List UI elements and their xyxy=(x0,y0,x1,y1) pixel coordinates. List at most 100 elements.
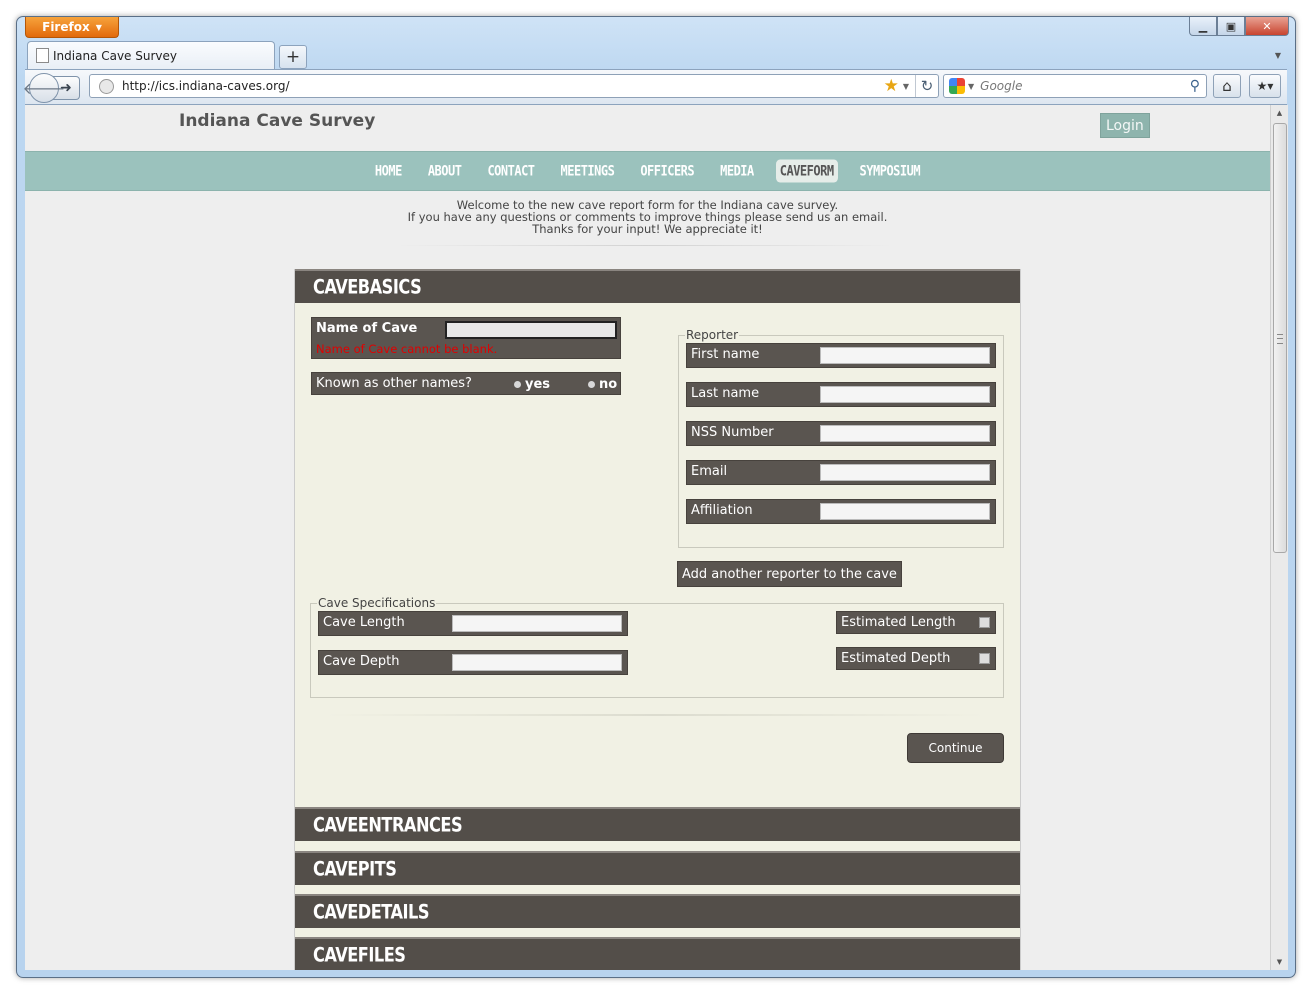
nav-media[interactable]: MEDIA xyxy=(716,160,758,183)
radio-icon xyxy=(588,381,595,388)
browser-window: Firefox ▼ ▁ ▣ ✕ Indiana Cave Survey + ▼ … xyxy=(16,16,1296,978)
nss-number-input[interactable] xyxy=(820,425,990,442)
site-header: Indiana Cave Survey Login xyxy=(25,105,1270,149)
nav-officers[interactable]: OFFICERS xyxy=(636,160,698,183)
section-title: CAVEENTRANCES xyxy=(313,813,463,837)
navigation-toolbar: 🡐 ➜ http://ics.indiana-caves.org/ ★ ▼ ↻ … xyxy=(23,69,1287,105)
nav-meetings[interactable]: MEETINGS xyxy=(557,160,619,183)
first-name-label: First name xyxy=(691,347,760,362)
divider xyxy=(395,245,895,246)
cave-form: CAVEBASICS Name of Cave Name of Cave can… xyxy=(294,269,1021,970)
other-names-no-radio[interactable]: no xyxy=(588,377,617,392)
other-names-label: Known as other names? xyxy=(316,376,472,391)
site-nav: HOME ABOUT CONTACT MEETINGS OFFICERS MED… xyxy=(25,151,1270,191)
close-icon[interactable]: ✕ xyxy=(1245,17,1289,36)
cave-specifications-legend: Cave Specifications xyxy=(318,596,436,610)
back-button[interactable]: 🡐 xyxy=(23,73,65,103)
tab-title: Indiana Cave Survey xyxy=(53,48,177,63)
cave-length-row: Cave Length xyxy=(318,611,628,636)
radio-yes-label: yes xyxy=(525,377,551,392)
firefox-menu-label: Firefox xyxy=(42,20,90,34)
nav-contact[interactable]: CONTACT xyxy=(483,160,538,183)
section-header-cavepits[interactable]: CAVEPITS xyxy=(295,851,1020,885)
nav-about[interactable]: ABOUT xyxy=(424,160,466,183)
radio-icon xyxy=(514,381,521,388)
section-header-cavefiles[interactable]: CAVEFILES xyxy=(295,937,1020,970)
affiliation-label: Affiliation xyxy=(691,503,753,518)
email-label: Email xyxy=(691,464,728,479)
name-of-cave-input[interactable] xyxy=(445,321,617,339)
affiliation-input[interactable] xyxy=(820,503,990,520)
cave-depth-input[interactable] xyxy=(452,654,622,671)
section-header-caveentrances[interactable]: CAVEENTRANCES xyxy=(295,807,1020,841)
estimated-length-label: Estimated Length xyxy=(841,615,956,630)
other-names-yes-radio[interactable]: yes xyxy=(514,377,550,392)
new-tab-button[interactable]: + xyxy=(279,45,307,69)
welcome-line: Thanks for your input! We appreciate it! xyxy=(532,222,763,236)
name-of-cave-label: Name of Cave xyxy=(316,321,418,336)
maximize-icon[interactable]: ▣ xyxy=(1217,17,1245,36)
first-name-input[interactable] xyxy=(820,347,990,364)
last-name-input[interactable] xyxy=(820,386,990,403)
scrollbar-thumb[interactable] xyxy=(1273,123,1287,553)
estimated-depth-label: Estimated Depth xyxy=(841,651,951,666)
nav-caveform[interactable]: CAVEFORM xyxy=(775,159,838,183)
cave-depth-label: Cave Depth xyxy=(323,654,400,669)
firefox-menu-button[interactable]: Firefox ▼ xyxy=(25,17,119,38)
section-header-cavebasics[interactable]: CAVEBASICS xyxy=(295,269,1020,303)
section-title: CAVEBASICS xyxy=(313,275,422,299)
first-name-row: First name xyxy=(686,343,996,368)
minimize-icon[interactable]: ▁ xyxy=(1189,17,1217,36)
search-placeholder: Google xyxy=(980,79,1023,93)
divider xyxy=(325,714,985,716)
vertical-scrollbar[interactable]: ▲ ▼ xyxy=(1270,105,1288,970)
estimated-depth-row: Estimated Depth xyxy=(836,647,996,670)
section-title: CAVEPITS xyxy=(313,857,397,881)
welcome-text: Welcome to the new cave report form for … xyxy=(25,199,1270,235)
login-button[interactable]: Login xyxy=(1100,113,1150,138)
nav-symposium[interactable]: SYMPOSIUM xyxy=(856,160,925,183)
nav-home[interactable]: HOME xyxy=(371,160,406,183)
cave-length-input[interactable] xyxy=(452,615,622,632)
search-engine-dropdown-icon[interactable]: ▼ xyxy=(968,82,974,91)
cave-depth-row: Cave Depth xyxy=(318,650,628,675)
estimated-depth-checkbox[interactable] xyxy=(979,653,990,664)
last-name-row: Last name xyxy=(686,382,996,407)
reload-icon[interactable]: ↻ xyxy=(915,75,938,97)
section-title: CAVEFILES xyxy=(313,943,406,967)
url-text: http://ics.indiana-caves.org/ xyxy=(122,79,290,93)
search-bar[interactable]: ▼ Google ⚲ xyxy=(943,74,1207,98)
name-of-cave-error: Name of Cave cannot be blank. xyxy=(316,342,498,356)
globe-icon xyxy=(99,78,114,94)
add-reporter-button[interactable]: Add another reporter to the cave xyxy=(677,561,902,587)
nss-number-label: NSS Number xyxy=(691,425,774,440)
estimated-length-checkbox[interactable] xyxy=(979,617,990,628)
scroll-up-icon[interactable]: ▲ xyxy=(1271,105,1288,121)
home-button[interactable]: ⌂ xyxy=(1213,74,1241,98)
page-viewport: Indiana Cave Survey Login HOME ABOUT CON… xyxy=(25,105,1270,970)
scroll-down-icon[interactable]: ▼ xyxy=(1271,954,1288,970)
nss-number-row: NSS Number xyxy=(686,421,996,446)
browser-tab[interactable]: Indiana Cave Survey xyxy=(27,41,275,69)
email-input[interactable] xyxy=(820,464,990,481)
grip-icon xyxy=(1277,334,1283,344)
search-icon[interactable]: ⚲ xyxy=(1190,78,1200,94)
chevron-down-icon: ▼ xyxy=(95,22,102,32)
bookmarks-button[interactable]: ★▾ xyxy=(1249,74,1281,98)
cave-length-label: Cave Length xyxy=(323,615,405,630)
name-of-cave-row: Name of Cave Name of Cave cannot be blan… xyxy=(311,317,621,359)
google-icon[interactable] xyxy=(949,78,965,94)
tab-list-icon[interactable]: ▼ xyxy=(1275,51,1281,60)
continue-button[interactable]: Continue xyxy=(907,733,1004,763)
email-row: Email xyxy=(686,460,996,485)
last-name-label: Last name xyxy=(691,386,760,401)
url-history-dropdown-icon[interactable]: ▼ xyxy=(903,82,909,91)
section-title: CAVEDETAILS xyxy=(313,900,430,924)
section-header-cavedetails[interactable]: CAVEDETAILS xyxy=(295,894,1020,928)
back-forward-group: 🡐 ➜ xyxy=(23,73,81,103)
bookmark-star-icon[interactable]: ★ xyxy=(884,76,899,96)
site-title[interactable]: Indiana Cave Survey xyxy=(179,111,375,131)
radio-no-label: no xyxy=(599,377,618,392)
url-bar[interactable]: http://ics.indiana-caves.org/ ★ ▼ ↻ xyxy=(89,74,939,98)
reporter-legend: Reporter xyxy=(686,328,739,342)
